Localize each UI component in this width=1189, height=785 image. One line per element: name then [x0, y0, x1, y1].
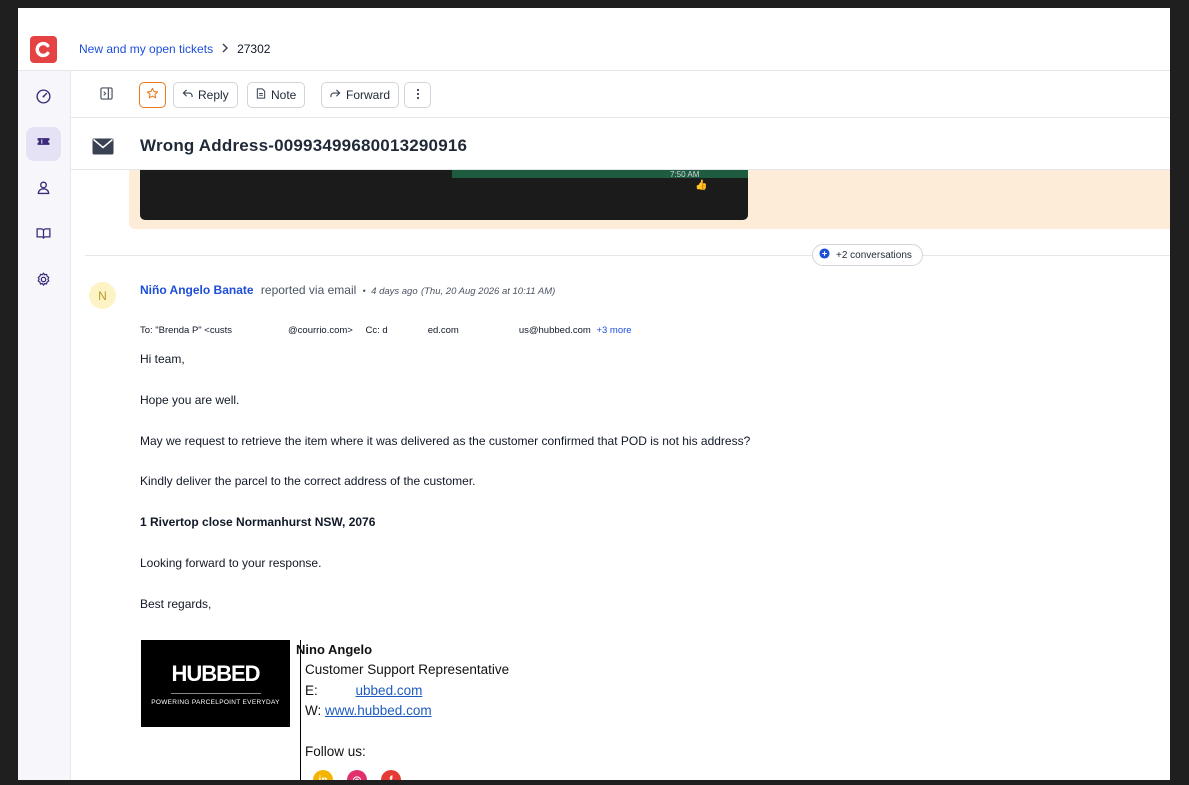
signature-website-link[interactable]: www.hubbed.com: [325, 703, 432, 718]
star-icon: [146, 87, 159, 103]
note-button[interactable]: Note: [247, 82, 306, 108]
hubbed-logo: HUBBED POWERING PARCELPOINT EVERYDAY: [141, 640, 290, 727]
signature-email-link[interactable]: ubbed.com: [356, 683, 423, 698]
body-line-closing: Looking forward to your response.: [140, 556, 322, 570]
instagram-icon[interactable]: ◎: [347, 770, 367, 780]
reply-button[interactable]: Reply: [173, 82, 238, 108]
chevron-right-icon: [221, 42, 229, 56]
reply-icon: [182, 88, 193, 102]
more-recipients-link[interactable]: +3 more: [596, 325, 631, 336]
body-line-address: 1 Rivertop close Normanhurst NSW, 2076: [140, 515, 376, 529]
message-header: Niño Angelo Banate reported via email • …: [140, 283, 555, 297]
body-line-request: May we request to retrieve the item wher…: [140, 434, 751, 448]
more-options-button[interactable]: [404, 82, 431, 108]
sender-via-text: reported via email: [260, 283, 357, 297]
sender-name-link[interactable]: Niño Angelo Banate: [140, 283, 254, 297]
thread-divider: [85, 255, 1170, 256]
ticket-icon: [35, 133, 52, 155]
thumbs-up-icon: 👍: [695, 180, 708, 191]
ticket-header: Wrong Address-00993499680013290916: [71, 118, 1170, 170]
gear-icon: [35, 271, 52, 293]
note-button-label: Note: [271, 88, 297, 102]
breadcrumb-parent-link[interactable]: New and my open tickets: [79, 42, 213, 56]
forward-icon: [330, 88, 341, 102]
user-icon: [35, 179, 52, 201]
forward-button-label: Forward: [346, 88, 391, 102]
sidebar-item-knowledge-base[interactable]: [26, 219, 61, 253]
previous-message: 7:50 AM 👍: [129, 170, 1170, 229]
envelope-icon: [92, 138, 114, 160]
toggle-sidebar-button[interactable]: [91, 82, 121, 108]
follow-us-label: Follow us:: [305, 744, 366, 759]
avatar: N: [89, 282, 116, 309]
sidebar-item-settings[interactable]: [26, 265, 61, 299]
cc-prefix: Cc: d: [365, 325, 388, 336]
to-suffix: @courrio.com>: [288, 325, 353, 336]
forward-button[interactable]: Forward: [321, 82, 400, 108]
web-prefix: W:: [305, 703, 322, 718]
signature-divider: [300, 640, 301, 780]
breadcrumb: New and my open tickets 27302: [79, 42, 270, 56]
separator-dot: •: [362, 286, 366, 296]
recipients-line: To: "Brenda P" <custsx@courrio.com> Cc: …: [140, 325, 632, 337]
email-prefix: E:: [305, 683, 318, 698]
redacted-block: x: [458, 325, 519, 336]
app-window: New and my open tickets 27302 Reply Note…: [18, 8, 1170, 780]
breadcrumb-ticket-id: 27302: [237, 42, 271, 56]
logo-brand-text: HUBBED: [171, 661, 260, 686]
body-line-greeting: Hi team,: [140, 352, 185, 366]
app-logo-icon[interactable]: [30, 36, 57, 63]
ticket-title: Wrong Address-00993499680013290916: [140, 136, 468, 155]
email-signature: HUBBED POWERING PARCELPOINT EVERYDAY Nin…: [141, 640, 561, 780]
redacted-block: x: [321, 683, 356, 698]
expand-conversations-button[interactable]: +2 conversations: [812, 244, 923, 266]
plus-circle-icon: [819, 248, 830, 262]
sidebar-item-tickets[interactable]: [26, 127, 61, 161]
body-line-wellbeing: Hope you are well.: [140, 393, 240, 407]
panel-toggle-icon: [99, 87, 113, 103]
ticket-toolbar: Reply Note Forward: [71, 71, 1170, 118]
book-icon: [35, 225, 52, 247]
sidebar: [18, 71, 71, 780]
signature-name: Nino Angelo: [296, 642, 373, 657]
reply-button-label: Reply: [198, 88, 229, 102]
linkedin-icon[interactable]: in: [313, 770, 333, 780]
note-icon: [256, 88, 266, 102]
gauge-icon: [35, 88, 52, 110]
body-line-deliver: Kindly deliver the parcel to the correct…: [140, 474, 476, 488]
top-bar: New and my open tickets 27302: [18, 15, 1170, 71]
cc-part: ed.com: [427, 325, 459, 336]
star-button[interactable]: [139, 82, 166, 108]
absolute-time: (Thu, 20 Aug 2026 at 10:11 AM): [420, 286, 556, 297]
conversation-area: 7:50 AM 👍 +2 conversations N Niño Angelo…: [71, 170, 1170, 780]
relative-time: 4 days ago: [371, 286, 418, 297]
previous-message-image[interactable]: 7:50 AM 👍: [140, 170, 748, 220]
signature-role: Customer Support Representative: [305, 662, 510, 677]
to-prefix: To: "Brenda P" <custs: [140, 325, 233, 336]
more-vertical-icon: [416, 88, 420, 103]
body-line-regards: Best regards,: [140, 597, 212, 611]
facebook-icon[interactable]: f: [381, 770, 401, 780]
conversations-count: +2 conversations: [836, 249, 912, 261]
redacted-block: x: [387, 325, 428, 336]
image-time-text: 7:50 AM: [670, 170, 700, 179]
sidebar-item-contacts[interactable]: [26, 173, 61, 207]
sidebar-item-dashboard[interactable]: [26, 82, 61, 116]
cc-tail: us@hubbed.com: [518, 325, 591, 336]
redacted-block: x: [232, 325, 289, 336]
logo-tagline-text: POWERING PARCELPOINT EVERYDAY: [151, 699, 280, 706]
